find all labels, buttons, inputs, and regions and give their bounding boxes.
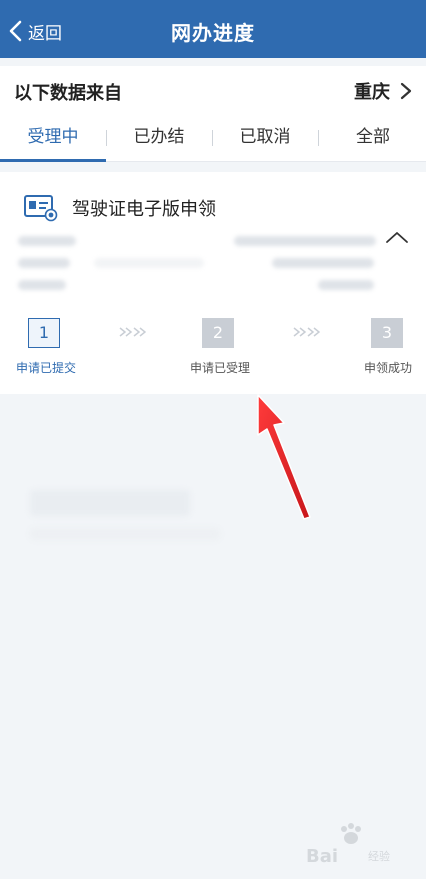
chevron-right-icon	[400, 82, 412, 100]
tab-cancelled[interactable]: 已取消	[212, 114, 318, 162]
watermark-text: Bai	[306, 846, 339, 867]
masked-field-value	[318, 280, 374, 290]
license-card-icon	[24, 195, 58, 222]
masked-field-value	[94, 258, 204, 268]
application-title: 驾驶证电子版申领	[72, 199, 216, 220]
tab-in-progress[interactable]: 受理中	[0, 114, 106, 162]
watermark-logo: Bai 经验	[306, 822, 416, 868]
page-title: 网办进度	[171, 21, 255, 45]
status-tabs: 受理中 已办结 已取消 全部	[0, 114, 426, 162]
top-bar: 返回 网办进度	[0, 0, 426, 58]
city-selector[interactable]: 重庆	[354, 78, 412, 104]
annotation-arrow-icon	[257, 394, 311, 520]
chevron-up-icon[interactable]	[385, 230, 409, 244]
data-source-label: 以下数据来自	[14, 83, 122, 104]
step-3-label: 申领成功	[364, 361, 413, 375]
progress-steps: 1 申请已提交 2 申请已受理 3 申领成功	[0, 316, 426, 386]
faded-placeholder	[30, 528, 220, 540]
tab-completed[interactable]: 已办结	[106, 114, 212, 162]
masked-field-label	[18, 280, 66, 290]
step-2-box: 2	[202, 318, 234, 348]
faded-placeholder	[30, 490, 190, 516]
step-2-label: 申请已受理	[190, 361, 251, 375]
double-chevron-icon	[293, 327, 320, 337]
city-name: 重庆	[354, 82, 390, 103]
tab-divider	[318, 130, 319, 146]
masked-field-label	[18, 236, 76, 246]
tab-all[interactable]: 全部	[320, 114, 426, 162]
data-source-row: 以下数据来自 重庆	[0, 66, 426, 114]
step-3-box: 3	[371, 318, 403, 348]
double-chevron-icon	[119, 327, 146, 337]
step-1-box: 1	[28, 318, 60, 348]
watermark-sub: 经验	[368, 850, 390, 863]
masked-field-value	[234, 236, 376, 246]
application-card[interactable]: 驾驶证电子版申领 1 申请已提交 2 申请已受理 3 申领成功	[0, 172, 426, 394]
paw-icon	[341, 823, 361, 844]
masked-field-label	[18, 258, 70, 268]
step-1-label: 申请已提交	[16, 361, 77, 375]
masked-field-value	[272, 258, 374, 268]
